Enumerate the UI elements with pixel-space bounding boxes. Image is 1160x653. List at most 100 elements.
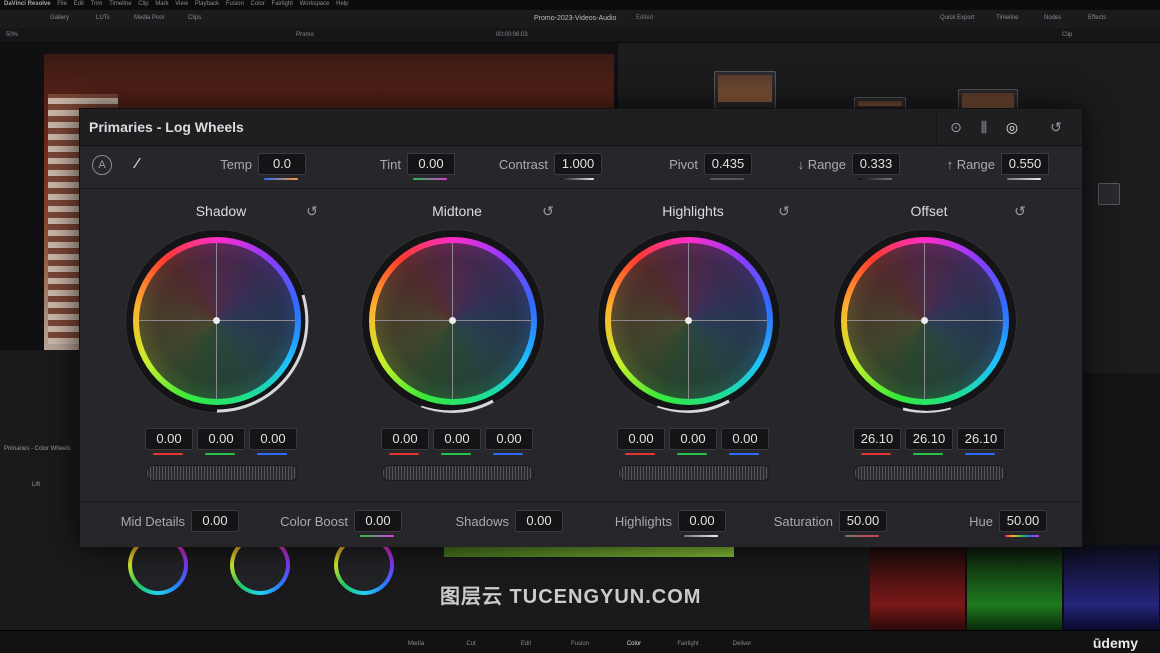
shadow-wheel[interactable] xyxy=(125,229,309,413)
offset-blue-field[interactable]: 26.10 xyxy=(957,428,1005,450)
offset-master-arc xyxy=(902,407,952,413)
luts-button[interactable]: LUTs xyxy=(96,15,110,21)
midtone-red-field[interactable]: 0.00 xyxy=(381,428,429,450)
page-color[interactable]: Color xyxy=(608,641,660,647)
shadow-green-field[interactable]: 0.00 xyxy=(197,428,245,450)
project-title: Promo-2023-Videos-Audio xyxy=(534,15,617,22)
highlights-red-field[interactable]: 0.00 xyxy=(617,428,665,450)
page-fairlight[interactable]: Fairlight xyxy=(662,641,714,647)
pivot-field[interactable]: 0.435 xyxy=(704,153,752,175)
effects-button[interactable]: Effects xyxy=(1088,15,1106,21)
gallery-button[interactable]: Gallery xyxy=(50,15,69,21)
left-color-panel: Primaries - Color Wheels Lift xyxy=(0,350,80,630)
timeline-selector[interactable]: Promo xyxy=(296,32,314,38)
menu-mark[interactable]: Mark xyxy=(155,1,168,7)
blue-bar xyxy=(493,453,523,455)
hue-field[interactable]: 50.00 xyxy=(999,510,1047,532)
bottom-adjustment-row: Mid Details 0.00 Color Boost 0.00 Shadow… xyxy=(80,501,1082,547)
eyedropper-icon[interactable]: ⁄ xyxy=(128,155,146,173)
midtone-blue-field[interactable]: 0.00 xyxy=(485,428,533,450)
page-cut[interactable]: Cut xyxy=(445,641,497,647)
watermark: 图层云 TUCENGYUN.COM xyxy=(440,586,702,608)
menu-fairlight[interactable]: Fairlight xyxy=(272,1,293,7)
left-panel-title: Primaries - Color Wheels xyxy=(4,446,71,452)
highlights-blue-field[interactable]: 0.00 xyxy=(721,428,769,450)
adjustment-row: A ⁄ Temp 0.0 Tint 0.00 Contrast 1.000 Pi… xyxy=(80,146,1082,189)
saturation-field[interactable]: 50.00 xyxy=(839,510,887,532)
timeline-button[interactable]: Timeline xyxy=(996,15,1018,21)
top-toolbar: Gallery LUTs Media Pool Clips Promo-2023… xyxy=(0,10,1160,29)
mid-details-field[interactable]: 0.00 xyxy=(191,510,239,532)
offset-reset-icon[interactable]: ↺ xyxy=(1012,203,1028,219)
hue-label: Hue xyxy=(969,514,993,529)
highlights-adjust-label: Highlights xyxy=(614,514,672,529)
app-name[interactable]: DaVinci Resolve xyxy=(4,1,51,7)
blue-bar xyxy=(965,453,995,455)
offset-master-wheel[interactable] xyxy=(854,465,1006,481)
saturation-label: Saturation xyxy=(773,514,833,529)
offset-wheel[interactable] xyxy=(833,229,1017,413)
page-edit[interactable]: Edit xyxy=(500,641,552,647)
primaries-bars-icon[interactable]: ⫼ xyxy=(975,118,993,136)
temp-field[interactable]: 0.0 xyxy=(258,153,306,175)
midtone-values: 0.00 0.00 0.00 xyxy=(381,428,551,458)
tint-field[interactable]: 0.00 xyxy=(407,153,455,175)
auto-balance-icon[interactable]: A xyxy=(92,155,112,175)
offset-red-field[interactable]: 26.10 xyxy=(853,428,901,450)
midtone-wheel[interactable] xyxy=(361,229,545,413)
menu-workspace[interactable]: Workspace xyxy=(300,1,330,7)
menu-timeline[interactable]: Timeline xyxy=(109,1,131,7)
menu-edit[interactable]: Edit xyxy=(74,1,84,7)
node-output[interactable] xyxy=(1098,183,1120,205)
clips-button[interactable]: Clips xyxy=(188,15,201,21)
green-bar xyxy=(441,453,471,455)
node-01[interactable] xyxy=(714,71,776,109)
highlights-green-field[interactable]: 0.00 xyxy=(669,428,717,450)
page-fusion[interactable]: Fusion xyxy=(554,641,606,647)
menu-playback[interactable]: Playback xyxy=(195,1,219,7)
color-boost-field[interactable]: 0.00 xyxy=(354,510,402,532)
shadow-red-field[interactable]: 0.00 xyxy=(145,428,193,450)
highlights-master-wheel[interactable] xyxy=(618,465,770,481)
mid-details-label: Mid Details xyxy=(120,514,185,529)
shadow-master-wheel[interactable] xyxy=(146,465,298,481)
menu-color[interactable]: Color xyxy=(251,1,265,7)
bars-mode-icon[interactable]: ⊙ xyxy=(947,118,965,136)
menu-fusion[interactable]: Fusion xyxy=(226,1,244,7)
log-wheels-icon[interactable]: ◎ xyxy=(1003,118,1021,136)
menu-clip[interactable]: Clip xyxy=(138,1,148,7)
menu-view[interactable]: View xyxy=(175,1,188,7)
media-pool-button[interactable]: Media Pool xyxy=(134,15,164,21)
high-range-field[interactable]: 0.550 xyxy=(1001,153,1049,175)
midtone-master-wheel[interactable] xyxy=(382,465,534,481)
node-mode-selector[interactable]: Clip xyxy=(1062,32,1072,38)
offset-wheel-group: Offset ↺ 26.10 26.10 26.10 xyxy=(788,189,1026,489)
project-status: Edited xyxy=(636,15,654,21)
page-deliver[interactable]: Deliver xyxy=(716,641,768,647)
menu-trim[interactable]: Trim xyxy=(91,1,103,7)
menu-bar: DaVinci Resolve File Edit Trim Timeline … xyxy=(0,0,1160,10)
midtone-green-field[interactable]: 0.00 xyxy=(433,428,481,450)
offset-green-field[interactable]: 26.10 xyxy=(905,428,953,450)
shadows-field[interactable]: 0.00 xyxy=(515,510,563,532)
zoom-level[interactable]: 50% xyxy=(6,32,18,38)
nodes-button[interactable]: Nodes xyxy=(1044,15,1061,21)
temp-gradient xyxy=(264,178,298,180)
page-media[interactable]: Media xyxy=(390,641,442,647)
offset-values: 26.10 26.10 26.10 xyxy=(853,428,1023,458)
low-range-field[interactable]: 0.333 xyxy=(852,153,900,175)
menu-help[interactable]: Help xyxy=(336,1,348,7)
highlights-adjust-field[interactable]: 0.00 xyxy=(678,510,726,532)
green-bar xyxy=(677,453,707,455)
highlights-wheel[interactable] xyxy=(597,229,781,413)
contrast-field[interactable]: 1.000 xyxy=(554,153,602,175)
blue-bar xyxy=(257,453,287,455)
high-range-gradient xyxy=(1007,178,1041,180)
menu-file[interactable]: File xyxy=(57,1,67,7)
panel-reset-icon[interactable]: ↺ xyxy=(1047,118,1065,136)
timecode: 00:00:06:03 xyxy=(496,32,528,38)
quick-export-button[interactable]: Quick Export xyxy=(940,15,974,21)
red-bar xyxy=(153,453,183,455)
highlights-master-arc xyxy=(656,399,730,413)
shadow-blue-field[interactable]: 0.00 xyxy=(249,428,297,450)
